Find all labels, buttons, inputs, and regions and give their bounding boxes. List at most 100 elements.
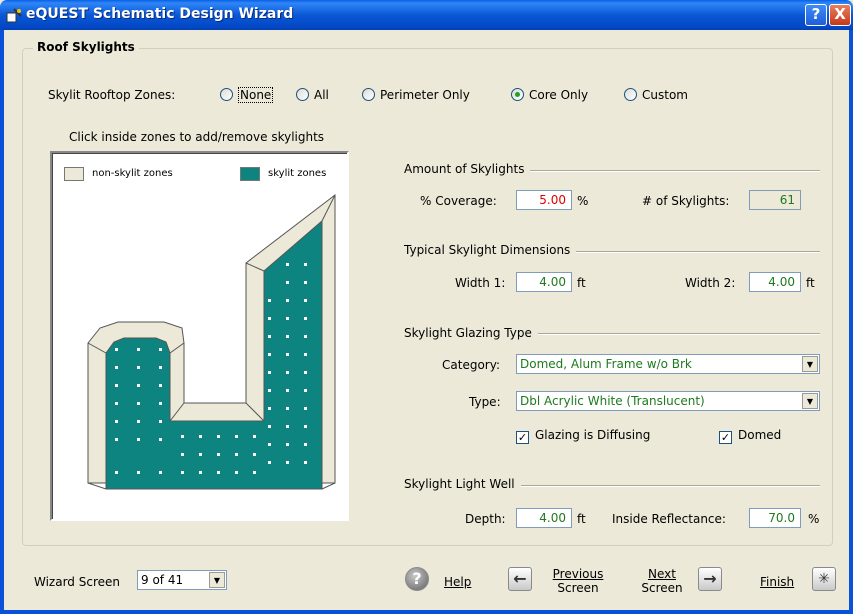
skylight-dot[interactable]: [217, 471, 220, 474]
skylight-dot[interactable]: [115, 471, 118, 474]
skylight-dot[interactable]: [304, 281, 307, 284]
skylight-dot[interactable]: [115, 420, 118, 423]
skylight-dot[interactable]: [199, 453, 202, 456]
close-button[interactable]: X: [829, 4, 851, 26]
skylight-dot[interactable]: [115, 348, 118, 351]
diffusing-checkbox[interactable]: ✓ Glazing is Diffusing: [516, 428, 650, 444]
skylight-dot[interactable]: [199, 435, 202, 438]
floor-plan[interactable]: [52, 153, 347, 519]
skylight-dot[interactable]: [137, 471, 140, 474]
skylight-dot[interactable]: [286, 425, 289, 428]
skylight-dot[interactable]: [235, 453, 238, 456]
skylight-dot[interactable]: [159, 384, 162, 387]
finish-sparkle-icon[interactable]: ✳: [812, 567, 836, 591]
skylight-dot[interactable]: [115, 384, 118, 387]
check-icon[interactable]: ✓: [719, 431, 732, 444]
skylight-dot[interactable]: [286, 371, 289, 374]
skylight-dot[interactable]: [235, 435, 238, 438]
skylight-dot[interactable]: [235, 471, 238, 474]
check-icon[interactable]: ✓: [516, 431, 529, 444]
skylight-dot[interactable]: [159, 471, 162, 474]
skylight-dot[interactable]: [304, 299, 307, 302]
radio-perimeter-dot[interactable]: [362, 88, 375, 101]
skylight-dot[interactable]: [304, 389, 307, 392]
title-help-button[interactable]: ?: [805, 4, 827, 26]
skylight-dot[interactable]: [159, 402, 162, 405]
skylight-dot[interactable]: [286, 353, 289, 356]
skylight-dot[interactable]: [304, 335, 307, 338]
skylight-dot[interactable]: [286, 407, 289, 410]
skylight-dot[interactable]: [304, 353, 307, 356]
skylight-dot[interactable]: [199, 471, 202, 474]
previous-screen-button[interactable]: Previous Screen: [545, 567, 611, 595]
skylight-dot[interactable]: [159, 438, 162, 441]
next-screen-button[interactable]: Next Screen: [634, 567, 690, 595]
skylight-dot[interactable]: [253, 453, 256, 456]
skylight-dot[interactable]: [268, 317, 271, 320]
skylight-dot[interactable]: [137, 402, 140, 405]
skylight-dot[interactable]: [217, 453, 220, 456]
finish-button[interactable]: Finish: [760, 575, 794, 589]
skylight-dot[interactable]: [181, 471, 184, 474]
type-dropdown[interactable]: Dbl Acrylic White (Translucent) ▼: [516, 391, 820, 411]
skylight-dot[interactable]: [286, 389, 289, 392]
skylight-dot[interactable]: [268, 299, 271, 302]
radio-core-only[interactable]: Core Only: [511, 88, 588, 102]
skylight-dot[interactable]: [115, 402, 118, 405]
domed-checkbox[interactable]: ✓ Domed: [719, 428, 781, 444]
depth-field[interactable]: 4.00: [516, 508, 572, 528]
skylight-dot[interactable]: [304, 425, 307, 428]
help-icon[interactable]: ?: [405, 567, 429, 591]
radio-custom[interactable]: Custom: [624, 88, 688, 102]
skylight-dot[interactable]: [268, 353, 271, 356]
skylight-dot[interactable]: [304, 443, 307, 446]
skylight-dot[interactable]: [137, 384, 140, 387]
skylight-dot[interactable]: [115, 438, 118, 441]
skylight-dot[interactable]: [137, 348, 140, 351]
next-arrow-icon[interactable]: →: [698, 567, 722, 591]
skylight-dot[interactable]: [304, 317, 307, 320]
skylight-dot[interactable]: [304, 461, 307, 464]
skylight-dot[interactable]: [304, 407, 307, 410]
chevron-down-icon[interactable]: ▼: [209, 572, 225, 588]
skylight-dot[interactable]: [286, 335, 289, 338]
skylight-dot[interactable]: [286, 263, 289, 266]
skylight-dot[interactable]: [181, 453, 184, 456]
skylight-dot[interactable]: [159, 420, 162, 423]
help-link[interactable]: Help: [444, 575, 471, 589]
reflectance-field[interactable]: 70.0: [749, 508, 801, 528]
skylight-dot[interactable]: [304, 371, 307, 374]
skylight-dot[interactable]: [137, 366, 140, 369]
skylight-dot[interactable]: [268, 371, 271, 374]
skylight-dot[interactable]: [268, 407, 271, 410]
chevron-down-icon[interactable]: ▼: [802, 356, 818, 372]
width2-field[interactable]: 4.00: [749, 272, 801, 292]
skylight-dot[interactable]: [286, 281, 289, 284]
skylight-dot[interactable]: [268, 443, 271, 446]
wizard-screen-dropdown[interactable]: 9 of 41 ▼: [137, 570, 227, 590]
skylight-dot[interactable]: [286, 299, 289, 302]
radio-core-dot[interactable]: [511, 88, 524, 101]
zone-canvas[interactable]: non-skylit zones skylit zones: [50, 151, 349, 521]
chevron-down-icon[interactable]: ▼: [802, 393, 818, 409]
previous-arrow-icon[interactable]: ←: [508, 567, 532, 591]
skylight-dot[interactable]: [253, 471, 256, 474]
skylight-dot[interactable]: [115, 366, 118, 369]
radio-none-dot[interactable]: [220, 88, 233, 101]
radio-none[interactable]: None: [220, 87, 274, 103]
skylight-dot[interactable]: [181, 435, 184, 438]
skylight-dot[interactable]: [137, 420, 140, 423]
skylight-dot[interactable]: [159, 348, 162, 351]
skylight-dot[interactable]: [268, 461, 271, 464]
radio-perimeter-only[interactable]: Perimeter Only: [362, 88, 470, 102]
category-dropdown[interactable]: Domed, Alum Frame w/o Brk ▼: [516, 354, 820, 374]
skylight-dot[interactable]: [268, 389, 271, 392]
width1-field[interactable]: 4.00: [516, 272, 572, 292]
radio-custom-dot[interactable]: [624, 88, 637, 101]
skylight-dot[interactable]: [286, 461, 289, 464]
radio-all[interactable]: All: [296, 88, 329, 102]
skylight-dot[interactable]: [286, 317, 289, 320]
skylight-dot[interactable]: [137, 438, 140, 441]
coverage-field[interactable]: 5.00: [516, 190, 572, 210]
radio-all-dot[interactable]: [296, 88, 309, 101]
